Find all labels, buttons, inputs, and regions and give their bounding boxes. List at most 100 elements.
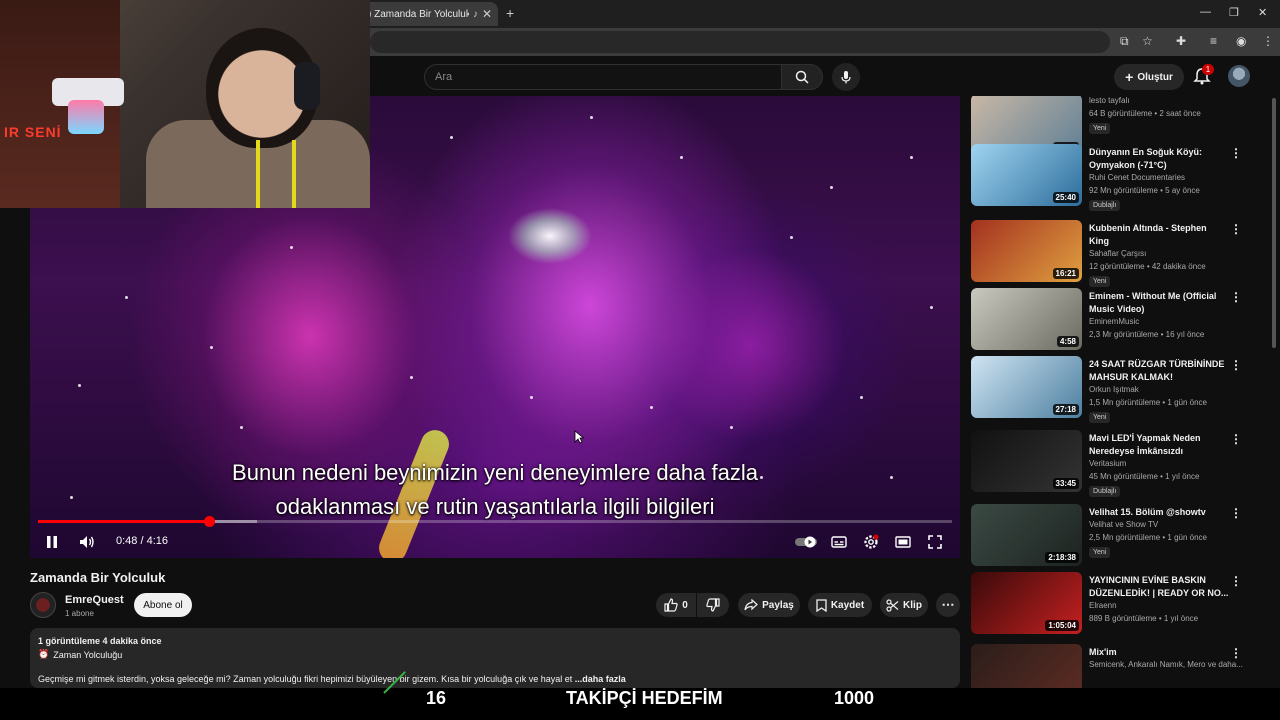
pause-button[interactable] — [42, 532, 62, 552]
like-button[interactable]: 0 — [656, 593, 696, 617]
more-options-icon[interactable]: ⋮ — [1230, 646, 1242, 660]
related-video-title[interactable]: YAYINCININ EVİNE BASKIN DÜZENLEDİK! | RE… — [1089, 574, 1229, 600]
related-video-meta: 2,5 Mn görüntüleme • 1 gün önce — [1089, 533, 1207, 542]
subscribe-button[interactable]: Abone ol — [134, 593, 192, 617]
fullscreen-button[interactable] — [924, 532, 946, 552]
scrollbar-thumb[interactable] — [1272, 98, 1276, 348]
related-video-item[interactable]: 16:21 Kubbenin Altında - Stephen King Saha… — [970, 220, 1266, 288]
related-video-channel[interactable]: lesto tayfalı — [1089, 96, 1129, 105]
progress-bar[interactable] — [38, 516, 952, 527]
video-thumbnail[interactable]: 16:21 — [971, 220, 1082, 282]
video-thumbnail[interactable]: 27:18 — [971, 356, 1082, 418]
video-duration: 4:58 — [1056, 336, 1079, 347]
video-thumbnail[interactable]: 33:45 — [971, 430, 1082, 492]
related-video-title[interactable]: Dünyanın En Soğuk Köyü: Oymyakon (-71°C) — [1089, 146, 1229, 172]
install-app-icon[interactable]: ⧉ — [1120, 34, 1129, 49]
related-video-title[interactable]: Mix'im — [1089, 646, 1229, 659]
related-video-title[interactable]: Mavi LED'İ Yapmak Neden Neredeyse İmkâns… — [1089, 432, 1229, 458]
minimize-icon[interactable]: — — [1200, 6, 1211, 18]
video-thumbnail[interactable]: 4:58 — [971, 288, 1082, 350]
volume-button[interactable] — [76, 532, 98, 552]
close-tab-icon[interactable]: ✕ — [482, 7, 492, 21]
show-more-link[interactable]: ...daha fazla — [575, 674, 626, 684]
alarm-emoji-icon: ⏰ — [38, 649, 50, 659]
related-video-item[interactable]: 1:05:04 YAYINCININ EVİNE BASKIN DÜZENLEDİ… — [970, 572, 1266, 640]
video-thumbnail[interactable]: 2:18:38 — [971, 504, 1082, 566]
create-button[interactable]: + Oluştur — [1114, 64, 1184, 90]
search-input[interactable]: Ara — [424, 64, 782, 90]
more-horizontal-icon: ⋯ — [941, 597, 955, 612]
fullscreen-icon — [928, 535, 942, 549]
related-video-channel[interactable]: EminemMusic — [1089, 317, 1139, 326]
related-video-title[interactable]: Velihat 15. Bölüm @showtv — [1089, 506, 1229, 519]
theater-mode-button[interactable] — [892, 532, 914, 552]
speaker-icon[interactable]: ♪ — [473, 9, 478, 20]
related-video-badge: Dublajlı — [1089, 200, 1121, 211]
related-video-title[interactable]: 24 SAAT RÜZGAR TÜRBİNİNDE MAHSUR KALMAK! — [1089, 358, 1229, 384]
scrubber-handle[interactable] — [204, 516, 216, 527]
related-video-channel[interactable]: Ruhi Cenet Documentaries — [1089, 173, 1185, 182]
extensions-icon[interactable]: ✚ — [1176, 34, 1186, 48]
related-video-channel[interactable]: Velihat ve Show TV — [1089, 520, 1158, 529]
more-options-icon[interactable]: ⋮ — [1230, 290, 1242, 304]
autoplay-toggle-icon — [795, 536, 817, 548]
save-button[interactable]: Kaydet — [808, 593, 872, 617]
more-options-icon[interactable]: ⋮ — [1230, 358, 1242, 372]
account-avatar[interactable] — [1228, 65, 1250, 87]
video-thumbnail[interactable]: 25:40 — [971, 144, 1082, 206]
channel-name[interactable]: EmreQuest — [65, 594, 124, 606]
autoplay-toggle[interactable] — [794, 532, 818, 552]
more-options-icon[interactable]: ⋮ — [1230, 432, 1242, 446]
more-options-icon[interactable]: ⋮ — [1230, 222, 1242, 236]
related-video-meta: 64 B görüntüleme • 2 saat önce — [1089, 109, 1201, 118]
settings-button[interactable] — [860, 532, 882, 552]
lanyard — [256, 140, 296, 208]
related-video-channel[interactable]: Orkun Işıtmak — [1089, 385, 1139, 394]
related-video-meta: 45 Mn görüntüleme • 1 yıl önce — [1089, 472, 1200, 481]
related-video-item[interactable]: 27:18 24 SAAT RÜZGAR TÜRBİNİNDE MAHSUR KA… — [970, 356, 1266, 424]
related-video-channel[interactable]: Semicenk, Ankaralı Namık, Mero ve daha..… — [1089, 660, 1243, 669]
more-options-icon[interactable]: ⋮ — [1230, 506, 1242, 520]
related-video-title[interactable]: Kubbenin Altında - Stephen King — [1089, 222, 1229, 248]
new-tab-button[interactable]: + — [506, 5, 514, 21]
related-video-channel[interactable]: Sahaflar Çarşısı — [1089, 249, 1146, 258]
address-bar[interactable] — [370, 31, 1110, 53]
related-videos-sidebar: 28:04lesto tayfalı64 B görüntüleme • 2 s… — [970, 96, 1266, 688]
related-video-item[interactable]: Mix'im Semicenk, Ankaralı Namık, Mero ve … — [970, 644, 1266, 688]
more-options-icon[interactable]: ⋮ — [1230, 146, 1242, 160]
video-star-particle — [830, 186, 833, 189]
sidebar-scrollbar[interactable] — [1270, 96, 1278, 688]
share-button[interactable]: Paylaş — [738, 593, 800, 617]
related-video-item[interactable]: 4:58 Eminem - Without Me (Official Music … — [970, 288, 1266, 356]
restore-icon[interactable]: ❐ — [1229, 6, 1239, 19]
pause-icon — [47, 536, 57, 548]
related-video-channel[interactable]: Elraenn — [1089, 601, 1117, 610]
screen: ) Zamanda Bir Yolculuk - ♪ ✕ + — ❐ ✕ ⧉ ☆… — [0, 0, 1280, 720]
more-actions-button[interactable]: ⋯ — [936, 593, 960, 617]
related-video-channel[interactable]: Veritasium — [1089, 459, 1126, 468]
browser-tab[interactable]: ) Zamanda Bir Yolculuk - ♪ ✕ — [362, 2, 498, 26]
video-star-particle — [410, 376, 413, 379]
subtitles-button[interactable] — [828, 532, 850, 552]
search-button[interactable] — [781, 64, 823, 90]
channel-avatar[interactable] — [30, 592, 56, 618]
description-box[interactable]: 1 görüntüleme 4 dakika önce ⏰ Zaman Yolc… — [30, 628, 960, 688]
subtitles-icon — [831, 536, 847, 548]
browser-menu-icon[interactable]: ⋮ — [1262, 34, 1274, 48]
related-video-item[interactable]: 2:18:38 Velihat 15. Bölüm @showtv Velihat … — [970, 504, 1266, 572]
window-close-icon[interactable]: ✕ — [1258, 6, 1267, 19]
related-video-item[interactable]: 33:45 Mavi LED'İ Yapmak Neden Neredeyse İ… — [970, 430, 1266, 498]
clip-button[interactable]: Klip — [880, 593, 928, 617]
more-options-icon[interactable]: ⋮ — [1230, 574, 1242, 588]
dislike-button[interactable] — [697, 593, 729, 617]
related-video-title[interactable]: Eminem - Without Me (Official Music Vide… — [1089, 290, 1229, 316]
related-video-item[interactable]: 25:40 Dünyanın En Soğuk Köyü: Oymyakon (-… — [970, 144, 1266, 212]
profile-icon[interactable]: ◉ — [1236, 34, 1246, 48]
bookmark-star-icon[interactable]: ☆ — [1142, 34, 1153, 48]
video-thumbnail[interactable] — [971, 644, 1082, 688]
media-control-icon[interactable]: ≡ — [1210, 34, 1217, 48]
voice-search-button[interactable] — [832, 63, 860, 91]
video-thumbnail[interactable]: 1:05:04 — [971, 572, 1082, 634]
video-star-particle — [78, 384, 81, 387]
thumbs-down-icon — [706, 598, 720, 612]
